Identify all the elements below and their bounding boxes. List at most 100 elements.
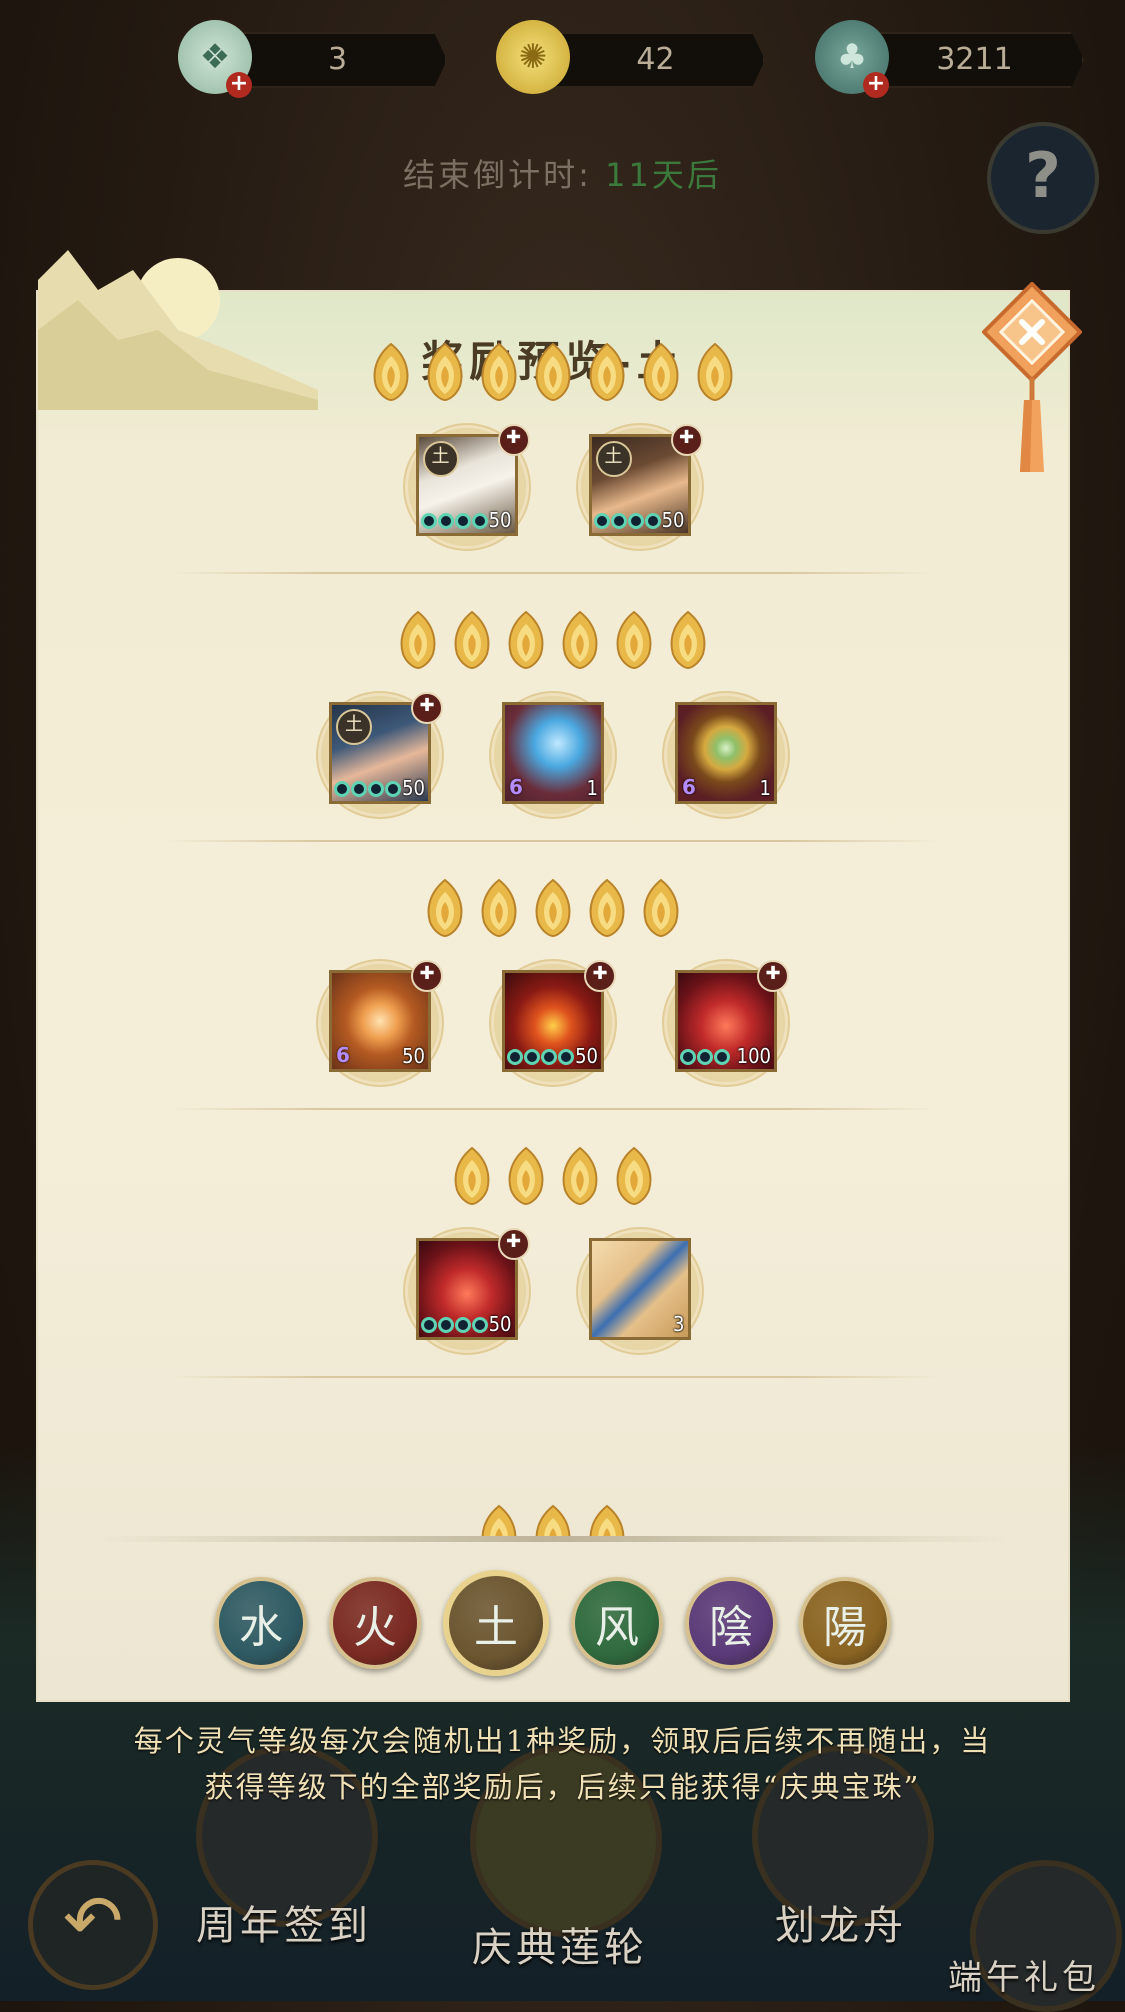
star-beads [680, 1049, 730, 1067]
spirit-gem-icon [427, 878, 463, 938]
reward-ice-relic: 61 [502, 702, 604, 804]
spirit-gem-icon [643, 342, 679, 402]
spirit-gem-icon [616, 610, 652, 670]
spirit-gem-icon [616, 1146, 652, 1206]
close-button[interactable] [982, 282, 1082, 492]
spirit-gem-icon [481, 1504, 517, 1536]
bead-icon [644, 513, 661, 529]
spirit-gem-icon [454, 1146, 490, 1206]
gold-coin-icon: ✺ [496, 20, 570, 94]
bead-icon [471, 1317, 488, 1333]
currency-jade[interactable]: 3 ❖ + [178, 20, 458, 98]
bead-icon [507, 1049, 523, 1065]
element-tab-3[interactable]: 风 [571, 1577, 663, 1669]
tier-reward-row: 50 ✚ 3 [38, 1228, 1068, 1350]
reward-rules-note: 每个灵气等级每次会随机出1种奖励，领取后后续不再随出，当 获得等级下的全部奖励后… [0, 1718, 1125, 1810]
reward-quantity: 50 [575, 1044, 598, 1068]
back-button[interactable]: ↶ [28, 1860, 158, 1990]
spirit-gem-icon [481, 342, 517, 402]
element-tab-1[interactable]: 火 [329, 1577, 421, 1669]
bead-icon [627, 513, 644, 529]
tier-divider [168, 572, 938, 574]
spirit-gem-icon [400, 610, 436, 670]
element-tab-4[interactable]: 陰 [685, 1577, 777, 1669]
plus-badge-icon: ✚ [497, 424, 530, 456]
element-tab-2[interactable]: 土 [443, 1570, 549, 1676]
spirit-gem-icon [562, 1146, 598, 1206]
currency-gold[interactable]: 42 ✺ [496, 20, 776, 94]
reward-level: 6 [509, 775, 523, 799]
spirit-gem-icon [643, 878, 679, 938]
reward-quantity: 100 [736, 1044, 771, 1068]
reward-level: 6 [336, 1043, 350, 1067]
bead-icon [454, 513, 471, 529]
plus-badge-icon: ✚ [757, 960, 789, 992]
element-tab-5[interactable]: 陽 [799, 1577, 891, 1669]
nav-item-lotus[interactable]: 庆典莲轮 [472, 1915, 648, 1973]
reward-slot[interactable]: 50 ✚ [407, 1228, 530, 1350]
reward-quantity: 50 [488, 1312, 512, 1336]
reward-slot[interactable]: 100 ✚ [667, 960, 789, 1082]
reward-quantity: 3 [673, 1312, 685, 1336]
currency-shell[interactable]: 3211 ♣ + [815, 20, 1095, 98]
mist-divider [98, 1536, 1008, 1542]
spirit-gem-icon [535, 1504, 571, 1536]
reward-slot[interactable]: 3 [580, 1232, 699, 1350]
spirit-gem-icon [481, 878, 517, 938]
reward-slot[interactable]: 61 [667, 696, 785, 814]
spirit-gem-icon [535, 342, 571, 402]
element-tab-0[interactable]: 水 [215, 1577, 307, 1669]
countdown-value: 11天后 [605, 156, 722, 194]
reward-quantity: 50 [402, 776, 425, 800]
add-jade-icon[interactable]: + [226, 72, 252, 98]
star-beads [593, 513, 661, 531]
tier-divider [168, 840, 938, 842]
tier-gems [38, 1146, 1068, 1206]
earth-element-icon: 土 [595, 441, 632, 477]
reward-quantity: 50 [661, 508, 685, 532]
plus-badge-icon: ✚ [411, 692, 443, 724]
bead-icon [420, 513, 437, 529]
tier-divider [168, 1108, 938, 1110]
spirit-gem-icon [535, 878, 571, 938]
bead-icon [437, 1317, 454, 1333]
nav-item-checkin[interactable]: 周年签到 [196, 1893, 372, 1951]
back-arrow-icon: ↶ [62, 1879, 124, 1963]
spirit-gem-icon [454, 610, 490, 670]
reward-quantity: 1 [586, 776, 598, 800]
reward-slot[interactable]: 土 50 ✚ [407, 424, 530, 546]
bead-icon [558, 1049, 574, 1065]
reward-slot[interactable]: 土 50 ✚ [580, 424, 703, 546]
bead-icon [697, 1049, 713, 1065]
spirit-gem-icon [589, 878, 625, 938]
star-beads [420, 1317, 488, 1335]
reward-talisman: 3 [588, 1238, 691, 1340]
nav-item-giftpack[interactable]: 端午礼包 [948, 1950, 1100, 1999]
spirit-gem-icon [373, 342, 409, 402]
plus-badge-icon: ✚ [411, 960, 443, 992]
tier-divider [168, 1376, 938, 1378]
tier-gems [38, 878, 1068, 938]
reward-slot[interactable]: 50 ✚ [494, 960, 616, 1082]
add-shell-icon[interactable]: + [863, 72, 889, 98]
bead-icon [471, 513, 488, 529]
star-beads [334, 781, 401, 799]
earth-element-icon: 土 [336, 709, 372, 745]
reward-slot[interactable]: 61 [494, 696, 612, 814]
reward-slot[interactable]: 土 50 ✚ [321, 692, 443, 814]
reward-slot[interactable]: 6 50 ✚ [321, 960, 443, 1082]
star-beads [420, 513, 488, 531]
nav-item-dragonboat[interactable]: 划龙舟 [775, 1893, 907, 1951]
bead-icon [437, 513, 454, 529]
spirit-gem-icon [508, 1146, 544, 1206]
spirit-gem-icon [562, 610, 598, 670]
currency-jade-value: 3 [228, 32, 447, 88]
spirit-gem-icon [697, 342, 733, 402]
plus-badge-icon: ✚ [670, 424, 703, 456]
reward-quantity: 50 [488, 508, 512, 532]
help-button[interactable]: ? [987, 122, 1099, 234]
reward-quantity: 50 [402, 1044, 425, 1068]
bead-icon [714, 1049, 730, 1065]
countdown: 结束倒计时: 11天后 [0, 150, 1125, 196]
reward-rules-line2: 获得等级下的全部奖励后，后续只能获得“庆典宝珠” [204, 1770, 921, 1804]
